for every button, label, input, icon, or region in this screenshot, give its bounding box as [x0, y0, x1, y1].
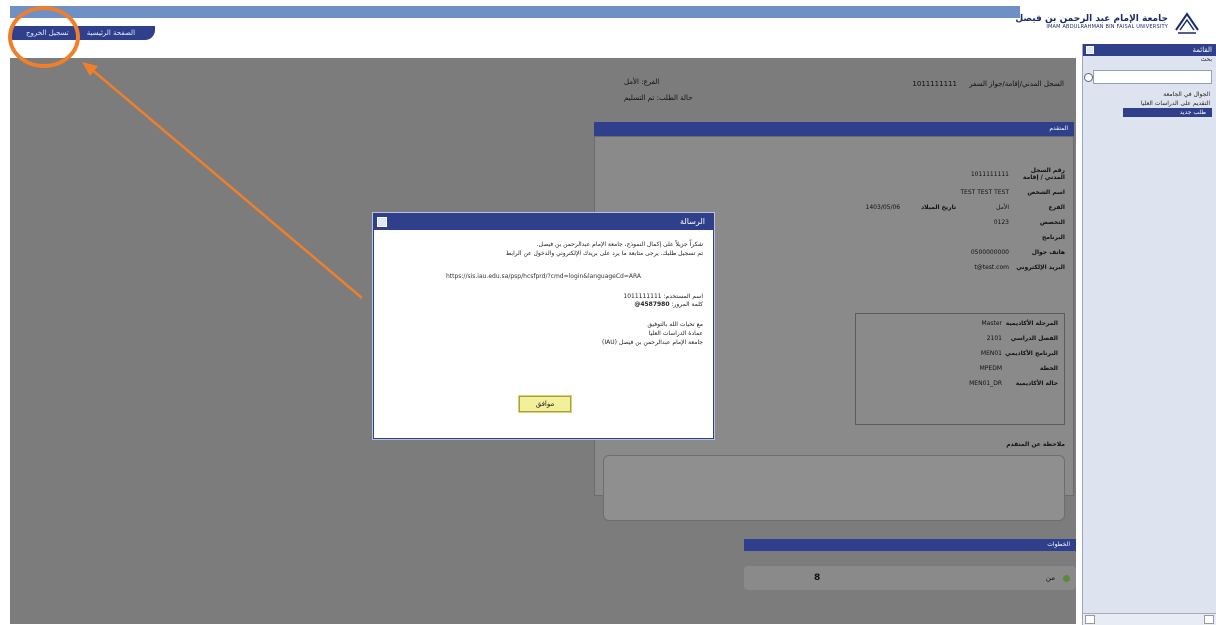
dialog-title: الرسالة	[680, 217, 705, 226]
scrollbar[interactable]	[1083, 613, 1216, 625]
scroll-left-icon[interactable]	[1085, 615, 1095, 624]
field-row: هاتف جوال 0500000000	[970, 249, 1065, 256]
id-field-value: 1011111111	[912, 80, 957, 88]
field-row: الفرع الأمل تاريخ الميلاد 1403/05/06	[865, 204, 1065, 211]
request-status: حالة الطلب: تم التسليم	[624, 94, 693, 102]
section-header: المتقدم	[594, 122, 1074, 136]
top-bar: الصفحة الرئيسية تسجيل الخروج جامعة الإما…	[0, 0, 1216, 44]
field-row: اسم الشخص TEST TEST TEST	[960, 189, 1065, 196]
password-value: 4587980@	[634, 301, 670, 309]
side-panel-header: القائمة	[1083, 44, 1216, 56]
notes-textarea[interactable]	[603, 455, 1065, 521]
username-label: اسم المستخدم:	[663, 293, 703, 300]
id-field-label: السجل المدني/إقامة/جواز السفر	[969, 80, 1064, 88]
pager: من 8	[744, 566, 1076, 590]
ok-button[interactable]: موافق	[518, 395, 572, 413]
side-panel-list: الجوال في الجامعة التقديم على الدراسات ا…	[1083, 90, 1216, 117]
university-emblem-icon	[1175, 12, 1199, 34]
side-panel-title: القائمة	[1192, 46, 1213, 54]
list-item[interactable]: التقديم على الدراسات العليا	[1083, 99, 1216, 108]
academic-box: المرحلة الأكاديمية Master الفصل الدراسي 21…	[855, 313, 1065, 425]
field-row: حالة الأكاديمية MEN01_DR	[969, 380, 1058, 387]
nav-tab-home[interactable]: الصفحة الرئيسية	[78, 26, 144, 40]
field-row: البريد الإلكتروني t@test.com	[974, 264, 1065, 271]
field-row: التخصص 0123	[993, 219, 1065, 226]
field-row: رقم السجل المدني / إقامة 1011111111	[970, 167, 1065, 181]
login-link[interactable]: https://sis.iau.edu.sa/psp/hcsfprd/?cmd=…	[384, 272, 703, 281]
close-icon[interactable]	[377, 217, 387, 227]
message-dialog: الرسالة شكراً جزيلاً على إكمال النموذج، …	[373, 213, 714, 439]
collapse-icon[interactable]	[1086, 46, 1094, 54]
field-row: الفصل الدراسي 2101	[986, 335, 1058, 342]
search-icon[interactable]	[1084, 73, 1093, 82]
applicant-fields: رقم السجل المدني / إقامة 1011111111 اسم ا…	[815, 167, 1065, 279]
logo-text-en: IMAM ABDULRAHMAN BIN FAISAL UNIVERSITY	[1046, 24, 1168, 31]
header-strip	[10, 6, 1020, 18]
dialog-line: تم تسجيل طلبك. يرجى متابعة ما يرد على بر…	[505, 250, 703, 257]
status-bar: الخطوات	[744, 539, 1076, 551]
closing-line: مع تحيات الله بالتوفيق	[647, 320, 703, 328]
username-value: 1011111111	[623, 293, 662, 300]
closing-line: عمادة الدراسات العليا	[648, 329, 703, 337]
field-row: المرحلة الأكاديمية Master	[981, 320, 1059, 327]
closing: مع تحيات الله بالتوفيق عمادة الدراسات ال…	[384, 320, 703, 347]
next-icon[interactable]	[1063, 574, 1070, 582]
field-row: البرنامج الأكاديمي MEN01	[980, 350, 1058, 357]
pager-label: من	[1045, 574, 1055, 582]
notes-label: ملاحظة عن المتقدم	[1006, 441, 1065, 448]
dialog-titlebar: الرسالة	[374, 214, 713, 230]
scroll-right-icon[interactable]	[1204, 615, 1214, 624]
field-row: الخطة MPEDM	[979, 365, 1058, 372]
search-input[interactable]	[1084, 70, 1212, 84]
side-panel-subtitle: بحث	[1200, 56, 1212, 63]
highlight-circle	[8, 6, 80, 68]
dialog-line: شكراً جزيلاً على إكمال النموذج، جامعة ال…	[536, 241, 703, 248]
university-logo: جامعة الإمام عبد الرحمن بن فيصل IMAM ABD…	[1015, 6, 1200, 40]
dialog-body: شكراً جزيلاً على إكمال النموذج، جامعة ال…	[374, 230, 713, 347]
credentials: اسم المستخدم: 1011111111 كلمة المرور: 45…	[384, 293, 703, 310]
closing-line: جامعة الإمام عبدالرحمن بن فيصل (IAU)	[602, 338, 703, 346]
field-row: البرنامج	[1041, 234, 1065, 241]
list-item-selected[interactable]: طلب جديد	[1123, 108, 1212, 117]
pager-count: 8	[814, 573, 821, 583]
side-panel: القائمة بحث الجوال في الجامعة التقديم عل…	[1082, 44, 1216, 625]
list-item[interactable]: الجوال في الجامعة	[1083, 90, 1216, 99]
branch-label: الفرع: الأمل	[624, 78, 660, 86]
password-label: كلمة المرور:	[671, 301, 703, 309]
